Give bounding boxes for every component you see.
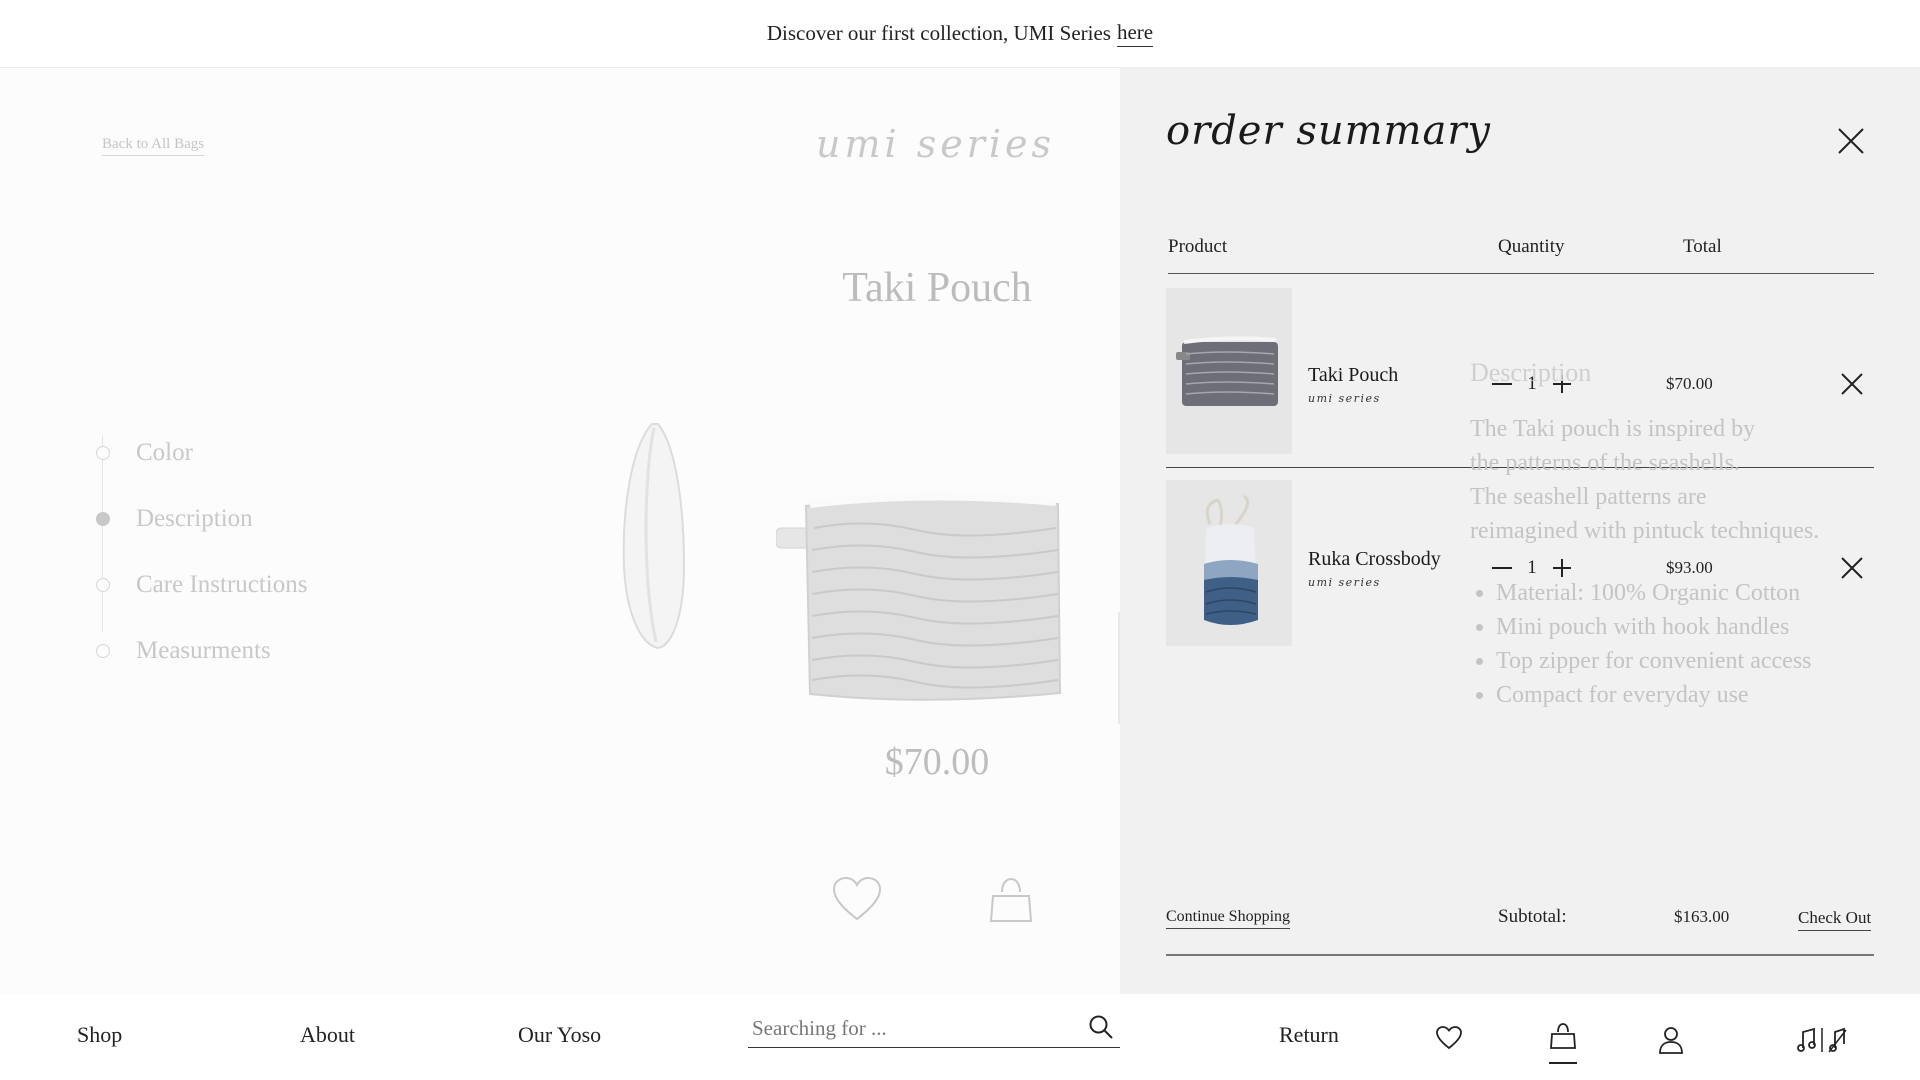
description-bullets: Material: 100% Organic Cotton Mini pouch…: [1470, 576, 1890, 712]
step-measurements[interactable]: Measurments: [96, 618, 307, 684]
bag-icon[interactable]: [1549, 1022, 1577, 1064]
user-icon[interactable]: [1658, 1026, 1686, 1054]
announcement-banner: Discover our first collection, UMI Serie…: [0, 0, 1920, 68]
step-dot-active: [96, 512, 110, 526]
description-bullet: Top zipper for convenient access: [1496, 644, 1890, 678]
drawer-title: order summary: [1166, 108, 1492, 154]
search-input[interactable]: [752, 1012, 1072, 1044]
search-bar: [748, 1008, 1120, 1048]
checkout-button[interactable]: Check Out: [1798, 908, 1872, 931]
divider: [1166, 954, 1874, 956]
cart-item-name: Taki Pouch: [1308, 364, 1399, 386]
product-gallery[interactable]: [600, 416, 1120, 756]
pouch-front-image: [776, 492, 1062, 701]
subtotal-value: $163.00: [1674, 907, 1730, 926]
cart-item-series: umi series: [1308, 576, 1381, 589]
column-product: Product: [1168, 236, 1228, 257]
description-line: The seashell patterns are: [1470, 484, 1707, 510]
add-to-bag-icon[interactable]: [988, 876, 1034, 929]
nav-our-yoso[interactable]: Our Yoso: [518, 1022, 601, 1048]
close-drawer-icon[interactable]: [1836, 126, 1866, 156]
description-line: The Taki pouch is inspired by: [1470, 416, 1756, 442]
step-label: Care Instructions: [136, 571, 308, 598]
cart-item-series: umi series: [1308, 392, 1381, 405]
description-bullet: Compact for everyday use: [1496, 678, 1890, 712]
pouch-side-image: [622, 423, 686, 650]
cart-item-thumbnail: [1166, 480, 1292, 646]
music-icon[interactable]: [1796, 1026, 1848, 1054]
description-bullet: Material: 100% Organic Cotton: [1496, 576, 1890, 610]
subtotal-label: Subtotal:: [1498, 906, 1567, 927]
step-description[interactable]: Description: [96, 486, 307, 552]
bottom-nav: Shop About Our Yoso Return: [0, 994, 1920, 1080]
product-page: Back to All Bags umi series Taki Pouch C…: [0, 68, 1120, 994]
column-total: Total: [1683, 236, 1722, 257]
wishlist-heart-icon[interactable]: [832, 876, 882, 927]
description-bullet: Mini pouch with hook handles: [1496, 610, 1890, 644]
summary-table-header: Product Quantity Total: [1168, 236, 1874, 274]
step-dot: [96, 446, 110, 460]
cart-item-thumbnail: [1166, 288, 1292, 454]
series-logo: umi series: [816, 122, 1056, 166]
step-dot: [96, 578, 110, 592]
step-care-instructions[interactable]: Care Instructions: [96, 552, 307, 618]
description-line: reimagined with pintuck techniques.: [1470, 518, 1820, 544]
banner-text: Discover our first collection, UMI Serie…: [766, 21, 1111, 45]
cart-item-name: Ruka Crossbody: [1308, 548, 1441, 570]
nav-about[interactable]: About: [300, 1022, 355, 1048]
step-dot: [96, 644, 110, 658]
step-label: Measurments: [136, 637, 271, 664]
back-to-all-bags-link[interactable]: Back to All Bags: [102, 136, 205, 156]
nav-shop[interactable]: Shop: [77, 1022, 122, 1048]
step-label: Description: [136, 505, 253, 532]
description-heading: Description: [1470, 358, 1592, 387]
product-description-ghost: Description The Taki pouch is inspired b…: [1470, 356, 1890, 712]
product-title: Taki Pouch: [842, 265, 1032, 311]
step-label: Color: [136, 439, 193, 466]
section-stepper: Color Description Care Instructions Meas…: [96, 420, 307, 684]
search-icon[interactable]: [1088, 1014, 1114, 1040]
product-actions: [826, 876, 1066, 936]
continue-shopping-link[interactable]: Continue Shopping: [1166, 908, 1291, 929]
banner-link[interactable]: here: [1116, 20, 1154, 47]
column-quantity: Quantity: [1498, 236, 1565, 257]
step-color[interactable]: Color: [96, 420, 307, 486]
nav-return[interactable]: Return: [1279, 1022, 1339, 1048]
product-price: $70.00: [884, 741, 990, 783]
description-line: the patterns of the seashells.: [1470, 450, 1740, 476]
heart-icon[interactable]: [1436, 1026, 1464, 1054]
